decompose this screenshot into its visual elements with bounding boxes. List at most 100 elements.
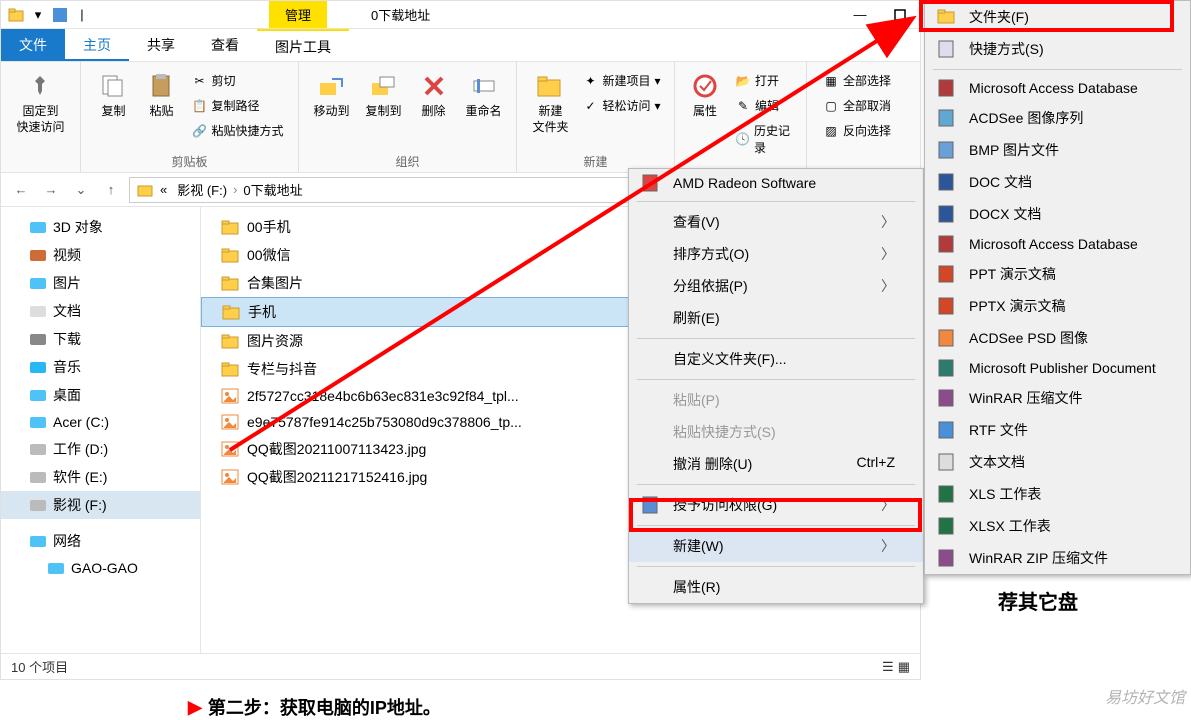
paste-button[interactable]: 粘贴	[139, 66, 183, 124]
background-text: 荐其它盘	[998, 586, 1078, 615]
tree-item[interactable]: 下载	[1, 325, 200, 353]
ribbon: 固定到快速访问 复制 粘贴 ✂剪切 📋复制路径 🔗粘贴快捷方式 剪贴板 移动到 …	[1, 61, 920, 173]
chevron-right-icon: 〉	[881, 276, 895, 296]
status-bar: 10 个项目 ☰ ▦	[1, 653, 920, 679]
step-caption: ▶ 第二步：获取电脑的IP地址。	[188, 694, 441, 720]
doc-icon	[29, 302, 47, 320]
tab-view[interactable]: 查看	[193, 29, 257, 61]
submenu-item[interactable]: Microsoft Access Database	[925, 230, 1190, 258]
menu-item[interactable]: 授予访问权限(G)〉	[629, 489, 923, 521]
tree-item[interactable]: 3D 对象	[1, 213, 200, 241]
submenu-item[interactable]: PPT 演示文稿	[925, 258, 1190, 290]
edit-button[interactable]: ✎编辑	[731, 95, 798, 116]
invert-button[interactable]: ▨反向选择	[819, 120, 895, 141]
rename-button[interactable]: 重命名	[460, 66, 508, 124]
submenu-item[interactable]: PPTX 演示文稿	[925, 290, 1190, 322]
newfolder-button[interactable]: 新建文件夹	[526, 66, 574, 139]
qat-save[interactable]	[51, 6, 69, 24]
tab-file[interactable]: 文件	[1, 29, 65, 61]
properties-icon	[689, 70, 721, 102]
menu-item[interactable]: 排序方式(O)〉	[629, 238, 923, 270]
properties-button[interactable]: 属性	[683, 66, 727, 124]
folder-icon	[221, 332, 239, 350]
crumb-drive[interactable]: 影视 (F:)	[173, 180, 231, 199]
tab-share[interactable]: 共享	[129, 29, 193, 61]
up-button[interactable]: ↑	[99, 178, 123, 202]
back-button[interactable]: ←	[9, 178, 33, 202]
menu-item[interactable]: 刷新(E)	[629, 302, 923, 334]
submenu-item[interactable]: Microsoft Publisher Document	[925, 354, 1190, 382]
menu-item[interactable]: 自定义文件夹(F)...	[629, 343, 923, 375]
tree-item[interactable]: 软件 (E:)	[1, 463, 200, 491]
submenu-item[interactable]: RTF 文件	[925, 414, 1190, 446]
crumb-folder[interactable]: 0下载地址	[239, 180, 306, 199]
shortcut-icon: 🔗	[191, 123, 207, 139]
access-icon	[937, 79, 955, 97]
submenu-item[interactable]: 文本文档	[925, 446, 1190, 478]
window-title: 0下载地址	[371, 5, 430, 24]
tree-item[interactable]: Acer (C:)	[1, 409, 200, 435]
moveto-button[interactable]: 移动到	[307, 66, 355, 124]
pin-icon	[24, 70, 56, 102]
details-view-button[interactable]: ☰	[882, 659, 894, 675]
tree-item[interactable]: 网络	[1, 527, 200, 555]
copypath-button[interactable]: 📋复制路径	[187, 95, 287, 116]
tree-item[interactable]: 影视 (F:)	[1, 491, 200, 519]
thumbnails-view-button[interactable]: ▦	[898, 659, 910, 675]
open-button[interactable]: 📂打开	[731, 70, 798, 91]
submenu-item[interactable]: 文件夹(F)	[925, 1, 1190, 33]
submenu-item[interactable]: 快捷方式(S)	[925, 33, 1190, 65]
minimize-button[interactable]: —	[840, 1, 880, 29]
image-icon	[221, 387, 239, 405]
submenu-item[interactable]: DOCX 文档	[925, 198, 1190, 230]
submenu-item[interactable]: XLS 工作表	[925, 478, 1190, 510]
menu-item[interactable]: 分组依据(P)〉	[629, 270, 923, 302]
chevron-down-icon: ▾	[655, 74, 661, 88]
submenu-item[interactable]: ACDSee 图像序列	[925, 102, 1190, 134]
forward-button[interactable]: →	[39, 178, 63, 202]
submenu-item[interactable]: BMP 图片文件	[925, 134, 1190, 166]
tree-item[interactable]: GAO-GAO	[1, 555, 200, 581]
copy-button[interactable]: 复制	[91, 66, 135, 124]
recent-button[interactable]: ⌄	[69, 178, 93, 202]
tree-item[interactable]: 视频	[1, 241, 200, 269]
xls-icon	[937, 485, 955, 503]
tree-item[interactable]: 文档	[1, 297, 200, 325]
easyaccess-button[interactable]: ✓轻松访问 ▾	[578, 95, 664, 116]
menu-item[interactable]: 新建(W)〉	[629, 530, 923, 562]
titlebar: ▾ | 管理 0下载地址 —	[1, 1, 920, 29]
menu-item[interactable]: 查看(V)〉	[629, 206, 923, 238]
history-button[interactable]: 🕓历史记录	[731, 120, 798, 158]
submenu-item[interactable]: XLSX 工作表	[925, 510, 1190, 542]
newitem-button[interactable]: ✦新建项目 ▾	[578, 70, 664, 91]
cut-button[interactable]: ✂剪切	[187, 70, 287, 91]
selectall-button[interactable]: ▦全部选择	[819, 70, 895, 91]
folder-icon	[221, 246, 239, 264]
menu-item[interactable]: 撤消 删除(U)Ctrl+Z	[629, 448, 923, 480]
copyto-icon	[367, 70, 399, 102]
pasteshortcut-button[interactable]: 🔗粘贴快捷方式	[187, 120, 287, 141]
submenu-item[interactable]: DOC 文档	[925, 166, 1190, 198]
tree-item[interactable]: 桌面	[1, 381, 200, 409]
submenu-item[interactable]: WinRAR 压缩文件	[925, 382, 1190, 414]
menu-item[interactable]: 属性(R)	[629, 571, 923, 603]
delete-button[interactable]: 删除	[412, 66, 456, 124]
tree-item[interactable]: 图片	[1, 269, 200, 297]
maximize-button[interactable]	[880, 1, 920, 29]
breadcrumb[interactable]: « 影视 (F:) › 0下载地址 ⌄	[129, 177, 662, 203]
qat-arrow[interactable]: ▾	[29, 6, 47, 24]
tab-home[interactable]: 主页	[65, 29, 129, 61]
submenu-item[interactable]: Microsoft Access Database	[925, 74, 1190, 102]
newitem-icon: ✦	[582, 73, 598, 89]
submenu-item[interactable]: ACDSee PSD 图像	[925, 322, 1190, 354]
copyto-button[interactable]: 复制到	[359, 66, 407, 124]
menu-item[interactable]: AMD Radeon Software	[629, 169, 923, 197]
tab-picture-tools[interactable]: 图片工具	[257, 29, 349, 61]
tree-item[interactable]: 音乐	[1, 353, 200, 381]
path-icon: 📋	[191, 98, 207, 114]
tree-item[interactable]: 工作 (D:)	[1, 435, 200, 463]
chevron-right-icon: 〉	[881, 495, 895, 515]
submenu-item[interactable]: WinRAR ZIP 压缩文件	[925, 542, 1190, 574]
selectnone-button[interactable]: ▢全部取消	[819, 95, 895, 116]
pin-button[interactable]: 固定到快速访问	[10, 66, 70, 139]
